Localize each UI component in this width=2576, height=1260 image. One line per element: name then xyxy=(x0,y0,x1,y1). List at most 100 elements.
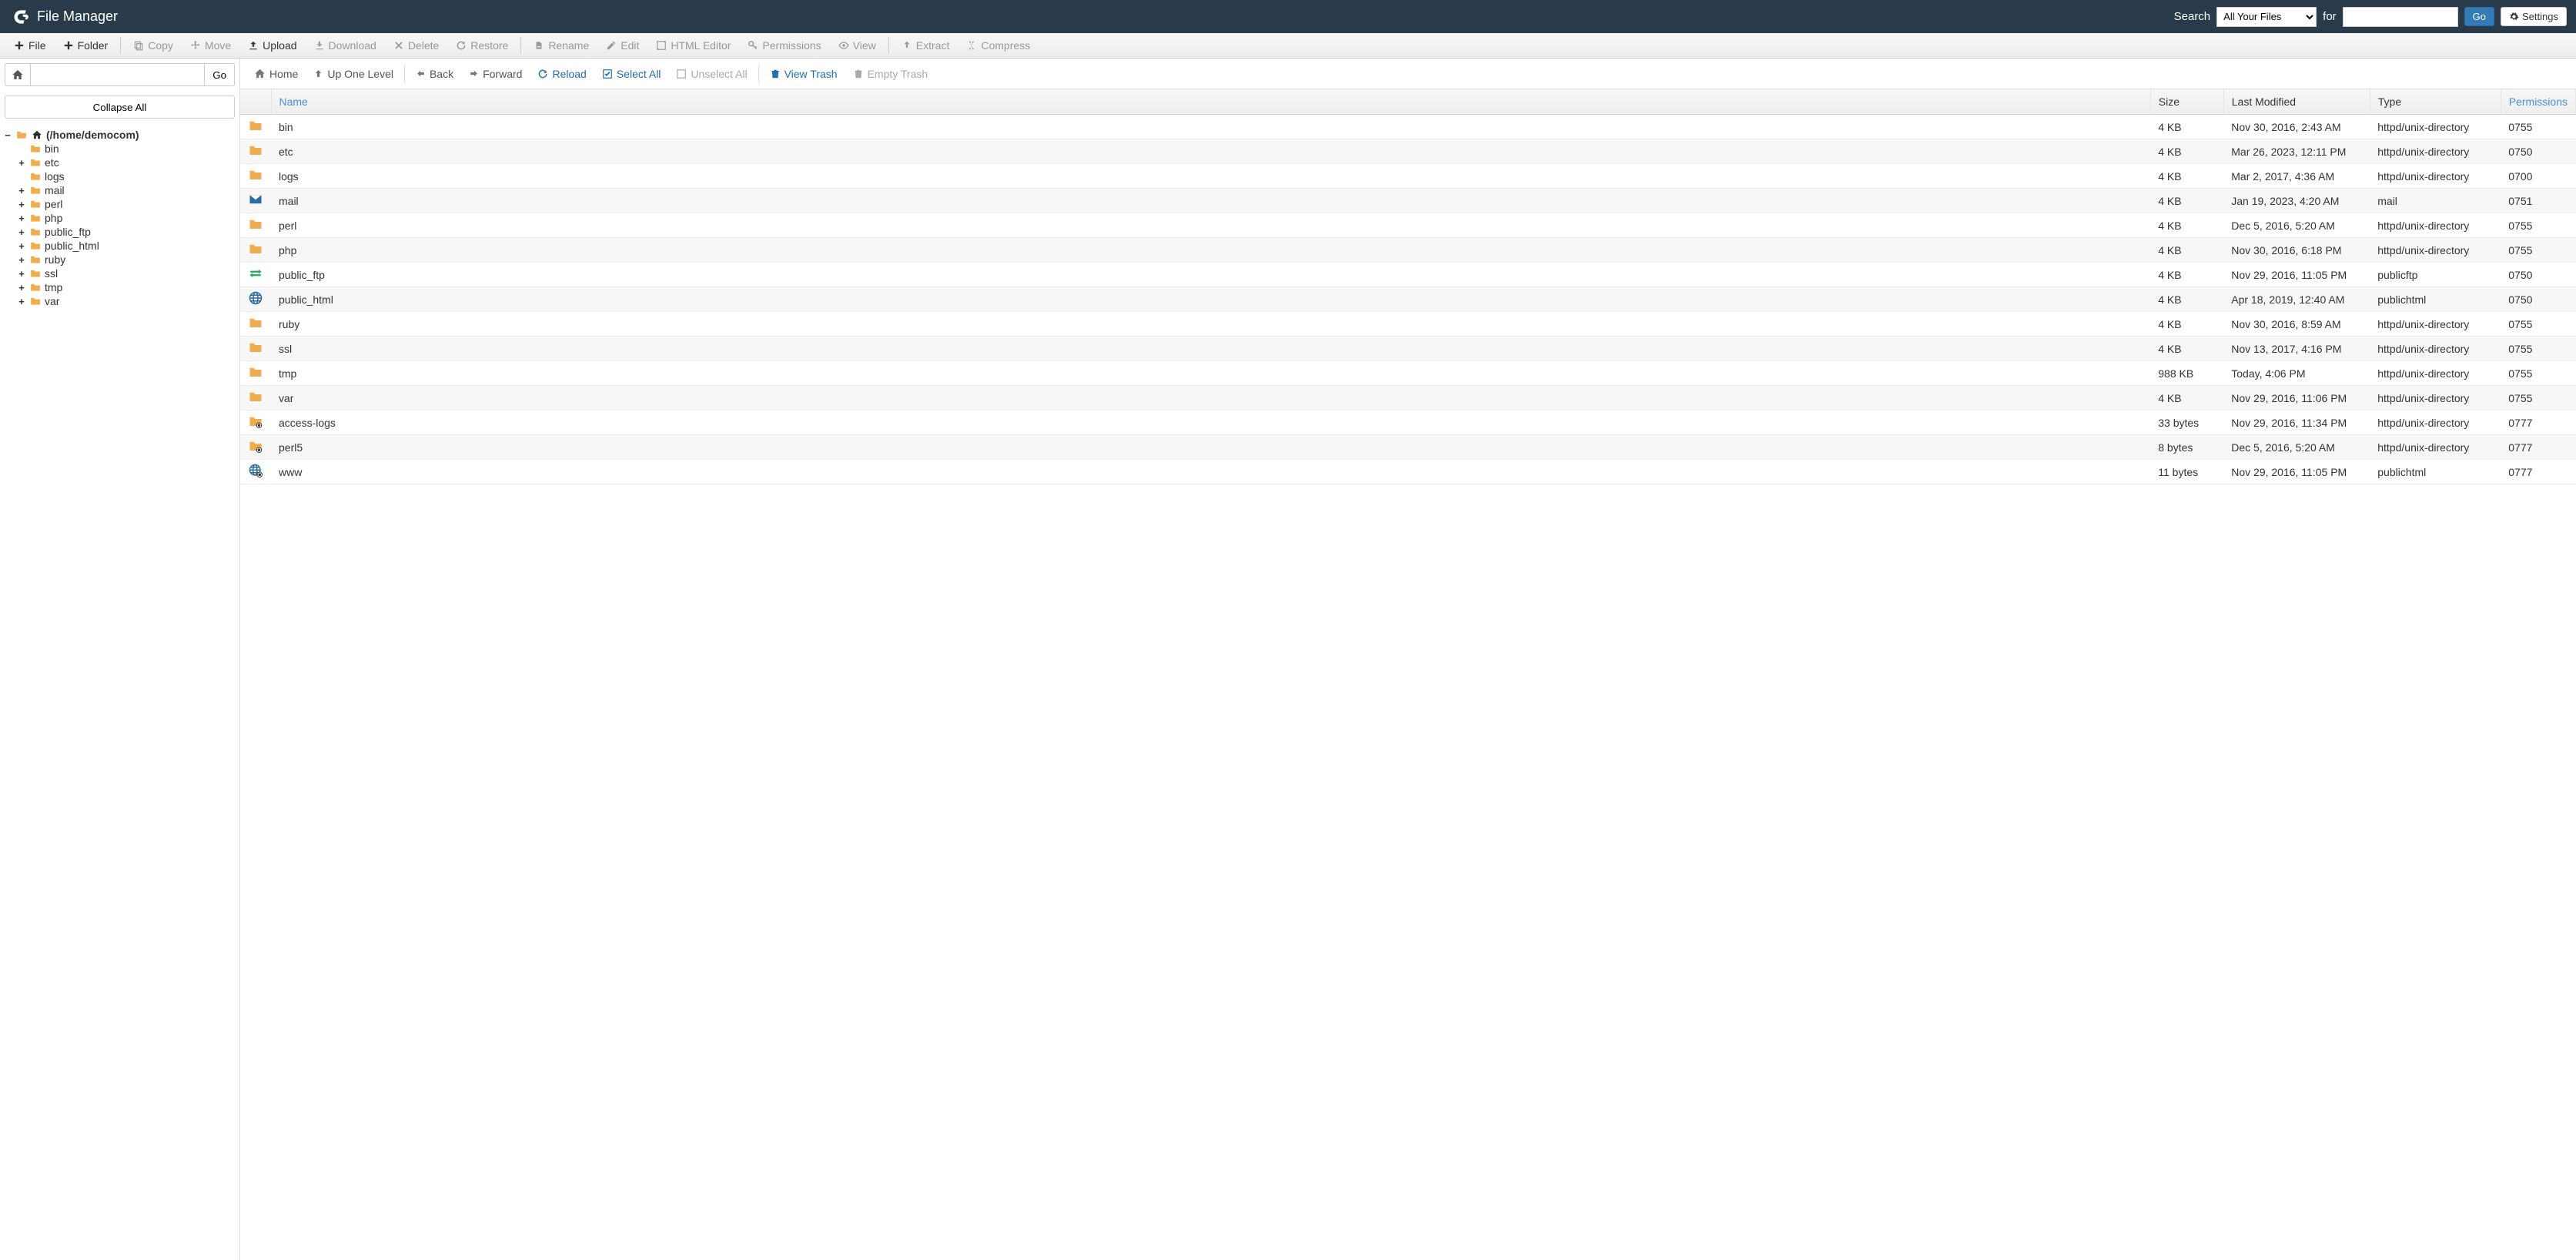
nav-back-button[interactable]: Back xyxy=(408,63,461,85)
search-input[interactable] xyxy=(2343,7,2458,27)
tree-expand-toggle[interactable]: + xyxy=(17,268,26,280)
col-size[interactable]: Size xyxy=(2150,89,2223,115)
cell-modified: Nov 29, 2016, 11:05 PM xyxy=(2223,460,2370,484)
html-editor-button[interactable]: HTML Editor xyxy=(648,36,738,55)
trash-icon xyxy=(770,69,781,79)
table-row[interactable]: access-logs 33 bytes Nov 29, 2016, 11:34… xyxy=(240,411,2576,435)
tree-node-label: public_ftp xyxy=(45,226,91,238)
tree-node[interactable]: + bin xyxy=(17,142,236,156)
folder-icon xyxy=(248,340,263,354)
select-all-button[interactable]: Select All xyxy=(594,63,669,85)
collapse-all-button[interactable]: Collapse All xyxy=(5,96,235,119)
nav-forward-button[interactable]: Forward xyxy=(461,63,530,85)
table-row[interactable]: www 11 bytes Nov 29, 2016, 11:05 PM publ… xyxy=(240,460,2576,484)
new-file-button[interactable]: File xyxy=(6,36,54,55)
move-button[interactable]: Move xyxy=(182,36,239,55)
tree-expand-toggle[interactable]: + xyxy=(17,226,26,238)
tree-node[interactable]: + php xyxy=(17,211,236,225)
new-folder-button[interactable]: Folder xyxy=(55,36,116,55)
cell-type: httpd/unix-directory xyxy=(2370,238,2501,263)
cell-type: httpd/unix-directory xyxy=(2370,139,2501,164)
arrow-left-icon xyxy=(416,69,426,79)
table-row[interactable]: public_ftp 4 KB Nov 29, 2016, 11:05 PM p… xyxy=(240,263,2576,287)
restore-button[interactable]: Restore xyxy=(448,36,516,55)
globe-link-icon xyxy=(248,464,263,478)
tree-root[interactable]: − (/home/democom) xyxy=(3,128,236,142)
table-row[interactable]: bin 4 KB Nov 30, 2016, 2:43 AM httpd/uni… xyxy=(240,115,2576,139)
upload-button[interactable]: Upload xyxy=(240,36,304,55)
search-go-button[interactable]: Go xyxy=(2464,7,2494,26)
permissions-button[interactable]: Permissions xyxy=(740,36,828,55)
tree-expand-toggle[interactable]: + xyxy=(17,240,26,252)
reload-button[interactable]: Reload xyxy=(530,63,594,85)
tree-expand-toggle[interactable]: + xyxy=(17,157,26,169)
tree-expand-toggle[interactable]: + xyxy=(17,199,26,210)
rename-button[interactable]: Rename xyxy=(526,36,597,55)
file-table: Name Size Last Modified Type Permissions… xyxy=(240,89,2576,484)
tree-collapse-toggle[interactable]: − xyxy=(3,129,12,141)
delete-button[interactable]: Delete xyxy=(386,36,447,55)
col-modified[interactable]: Last Modified xyxy=(2223,89,2370,115)
view-trash-button[interactable]: View Trash xyxy=(762,63,845,85)
download-button[interactable]: Download xyxy=(306,36,384,55)
cell-size: 4 KB xyxy=(2150,139,2223,164)
tree-node[interactable]: + public_html xyxy=(17,239,236,253)
tree-node[interactable]: + var xyxy=(17,294,236,308)
col-name[interactable]: Name xyxy=(271,89,2150,115)
tree-expand-toggle[interactable]: + xyxy=(17,213,26,224)
tree-expand-toggle[interactable]: + xyxy=(17,254,26,266)
table-row[interactable]: logs 4 KB Mar 2, 2017, 4:36 AM httpd/uni… xyxy=(240,164,2576,189)
key-icon xyxy=(748,40,758,51)
cell-modified: Today, 4:06 PM xyxy=(2223,361,2370,386)
tree-expand-toggle[interactable]: + xyxy=(17,296,26,307)
table-row[interactable]: perl5 8 bytes Dec 5, 2016, 5:20 AM httpd… xyxy=(240,435,2576,460)
tree-node[interactable]: + logs xyxy=(17,169,236,183)
tree-expand-toggle[interactable]: + xyxy=(17,282,26,293)
nav-home-button[interactable]: Home xyxy=(246,63,306,85)
tree-node[interactable]: + etc xyxy=(17,156,236,169)
extract-button[interactable]: Extract xyxy=(894,36,958,55)
cell-size: 4 KB xyxy=(2150,189,2223,213)
cell-name: public_ftp xyxy=(271,263,2150,287)
nav-up-button[interactable]: Up One Level xyxy=(306,63,401,85)
tree-node[interactable]: + ruby xyxy=(17,253,236,266)
unselect-all-button[interactable]: Unselect All xyxy=(668,63,754,85)
path-go-button[interactable]: Go xyxy=(205,63,235,86)
table-row[interactable]: var 4 KB Nov 29, 2016, 11:06 PM httpd/un… xyxy=(240,386,2576,411)
cell-modified: Apr 18, 2019, 12:40 AM xyxy=(2223,287,2370,312)
copy-button[interactable]: Copy xyxy=(125,36,181,55)
tree-node[interactable]: + tmp xyxy=(17,280,236,294)
cell-name: perl xyxy=(271,213,2150,238)
table-row[interactable]: tmp 988 KB Today, 4:06 PM httpd/unix-dir… xyxy=(240,361,2576,386)
table-row[interactable]: etc 4 KB Mar 26, 2023, 12:11 PM httpd/un… xyxy=(240,139,2576,164)
table-row[interactable]: php 4 KB Nov 30, 2016, 6:18 PM httpd/uni… xyxy=(240,238,2576,263)
path-input[interactable] xyxy=(31,63,205,86)
edit-button[interactable]: Edit xyxy=(598,36,647,55)
sidebar: Go Collapse All − (/home/democom) + bin+… xyxy=(0,59,240,1260)
tree-expand-toggle[interactable]: + xyxy=(17,185,26,196)
table-row[interactable]: ruby 4 KB Nov 30, 2016, 8:59 AM httpd/un… xyxy=(240,312,2576,337)
search-scope-select[interactable]: All Your Files xyxy=(2216,7,2317,27)
folder-icon xyxy=(248,390,263,404)
table-row[interactable]: ssl 4 KB Nov 13, 2017, 4:16 PM httpd/uni… xyxy=(240,337,2576,361)
col-type[interactable]: Type xyxy=(2370,89,2501,115)
col-icon[interactable] xyxy=(240,89,271,115)
cell-modified: Nov 30, 2016, 8:59 AM xyxy=(2223,312,2370,337)
table-row[interactable]: mail 4 KB Jan 19, 2023, 4:20 AM mail 075… xyxy=(240,189,2576,213)
compress-button[interactable]: Compress xyxy=(958,36,1038,55)
table-row[interactable]: public_html 4 KB Apr 18, 2019, 12:40 AM … xyxy=(240,287,2576,312)
move-icon xyxy=(190,40,201,51)
tree-node[interactable]: + ssl xyxy=(17,266,236,280)
cell-size: 4 KB xyxy=(2150,213,2223,238)
path-home-button[interactable] xyxy=(5,63,31,86)
tree-node-label: ruby xyxy=(45,253,65,266)
folder-tree: − (/home/democom) + bin+ etc+ logs+ mail… xyxy=(0,123,239,1260)
table-row[interactable]: perl 4 KB Dec 5, 2016, 5:20 AM httpd/uni… xyxy=(240,213,2576,238)
settings-button[interactable]: Settings xyxy=(2501,7,2567,26)
tree-node[interactable]: + public_ftp xyxy=(17,225,236,239)
empty-trash-button[interactable]: Empty Trash xyxy=(845,63,936,85)
col-permissions[interactable]: Permissions xyxy=(2501,89,2575,115)
tree-node[interactable]: + perl xyxy=(17,197,236,211)
view-button[interactable]: View xyxy=(831,36,884,55)
tree-node[interactable]: + mail xyxy=(17,183,236,197)
